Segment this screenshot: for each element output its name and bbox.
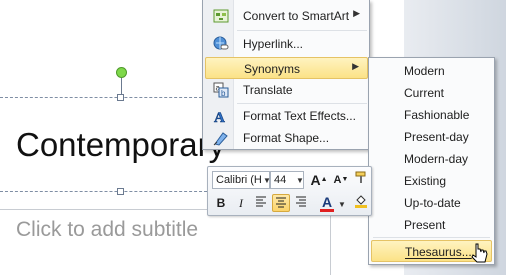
synonym-item[interactable]: Up-to-date: [371, 192, 492, 214]
font-color-icon: A: [321, 194, 333, 210]
slide-title-text[interactable]: Contemporary: [16, 126, 225, 164]
menu-item-format-text-effects[interactable]: A Format Text Effects...: [205, 105, 368, 127]
menu-item-label: Hyperlink...: [243, 37, 304, 51]
align-right-icon: [295, 196, 307, 210]
align-center-icon: [275, 197, 287, 211]
translate-icon: ab: [213, 82, 229, 98]
font-name-combobox[interactable]: Calibri (H: [212, 171, 270, 189]
synonym-label: Modern: [404, 64, 445, 78]
hyperlink-icon: [213, 36, 229, 52]
menu-item-hyperlink[interactable]: Hyperlink...: [205, 33, 368, 55]
font-color-swatch: [320, 209, 334, 212]
menu-item-synonyms[interactable]: Synonyms ▶: [205, 57, 368, 79]
menu-item-format-shape[interactable]: Format Shape...: [205, 127, 368, 149]
menu-separator: [373, 237, 490, 238]
align-left-icon: [255, 196, 267, 210]
rotation-handle[interactable]: [116, 67, 127, 78]
synonym-label: Current: [404, 86, 445, 100]
synonyms-submenu: Modern Current Fashionable Present-day M…: [368, 57, 495, 265]
menu-item-label: Synonyms: [244, 62, 301, 76]
synonym-item[interactable]: Existing: [371, 170, 492, 192]
menu-item-label: Format Shape...: [243, 131, 330, 145]
shrink-font-icon: A: [333, 174, 342, 186]
align-right-button[interactable]: [292, 194, 310, 212]
menu-item-convert-to-smartart[interactable]: Convert to SmartArt ▶: [205, 5, 368, 27]
synonym-label: Existing: [404, 174, 447, 188]
svg-text:b: b: [221, 89, 226, 98]
synonym-item[interactable]: Present-day: [371, 126, 492, 148]
format-shape-icon: [213, 130, 229, 146]
bold-button[interactable]: B: [212, 194, 230, 212]
synonym-label: Fashionable: [404, 108, 470, 122]
synonym-item[interactable]: Modern-day: [371, 148, 492, 170]
menu-item-label: Translate: [243, 83, 293, 97]
paint-bucket-icon: [354, 195, 368, 211]
menu-separator: [237, 103, 367, 104]
smartart-icon: [213, 8, 229, 24]
menu-item-translate[interactable]: ab Translate: [205, 79, 368, 101]
synonym-label: Up-to-date: [404, 196, 461, 210]
synonym-item[interactable]: Fashionable: [371, 104, 492, 126]
resize-handle-bottom[interactable]: [117, 188, 124, 195]
grow-font-icon: A: [310, 172, 321, 188]
italic-button[interactable]: I: [232, 194, 250, 212]
align-left-button[interactable]: [252, 194, 270, 212]
menu-item-label: Format Text Effects...: [243, 109, 356, 123]
synonym-label: Present: [404, 218, 446, 232]
mini-formatting-toolbar: Calibri (H ▼ 44 ▼ A▲ A▼ B I A ▼: [207, 166, 372, 216]
synonym-item[interactable]: Modern: [371, 60, 492, 82]
font-size-dropdown-icon[interactable]: ▼: [296, 176, 304, 185]
menu-item-label: Convert to SmartArt: [243, 9, 350, 23]
thesaurus-label: Thesaurus...: [405, 245, 472, 259]
menu-separator: [237, 30, 367, 31]
grow-font-button[interactable]: A▲: [310, 171, 328, 189]
subtitle-frame-border: [0, 209, 210, 210]
title-frame-top-border: [0, 97, 212, 98]
shrink-font-button[interactable]: A▼: [332, 171, 350, 189]
shape-fill-button[interactable]: [352, 194, 370, 212]
rotation-connector: [121, 78, 122, 94]
align-center-button[interactable]: [272, 194, 290, 212]
text-effects-icon: A: [213, 108, 229, 127]
font-color-dropdown-icon[interactable]: ▼: [338, 200, 346, 209]
synonym-item[interactable]: Current: [371, 82, 492, 104]
format-painter-button[interactable]: [352, 171, 370, 189]
synonym-label: Modern-day: [404, 152, 469, 166]
svg-text:A: A: [214, 110, 225, 124]
subtitle-placeholder[interactable]: Click to add subtitle: [16, 218, 198, 242]
title-frame-bottom-border: [0, 191, 212, 192]
submenu-arrow-icon: ▶: [353, 8, 360, 18]
mouse-cursor-icon: [471, 242, 489, 266]
subtitle-frame-right-border: [330, 210, 331, 275]
context-menu: Convert to SmartArt ▶ Hyperlink... Synon…: [202, 0, 370, 150]
submenu-arrow-icon: ▶: [352, 61, 359, 71]
font-color-button[interactable]: A: [318, 193, 336, 212]
synonym-label: Present-day: [404, 130, 469, 144]
resize-handle-top[interactable]: [117, 94, 124, 101]
synonym-item[interactable]: Present: [371, 214, 492, 236]
format-painter-icon: [354, 171, 368, 188]
